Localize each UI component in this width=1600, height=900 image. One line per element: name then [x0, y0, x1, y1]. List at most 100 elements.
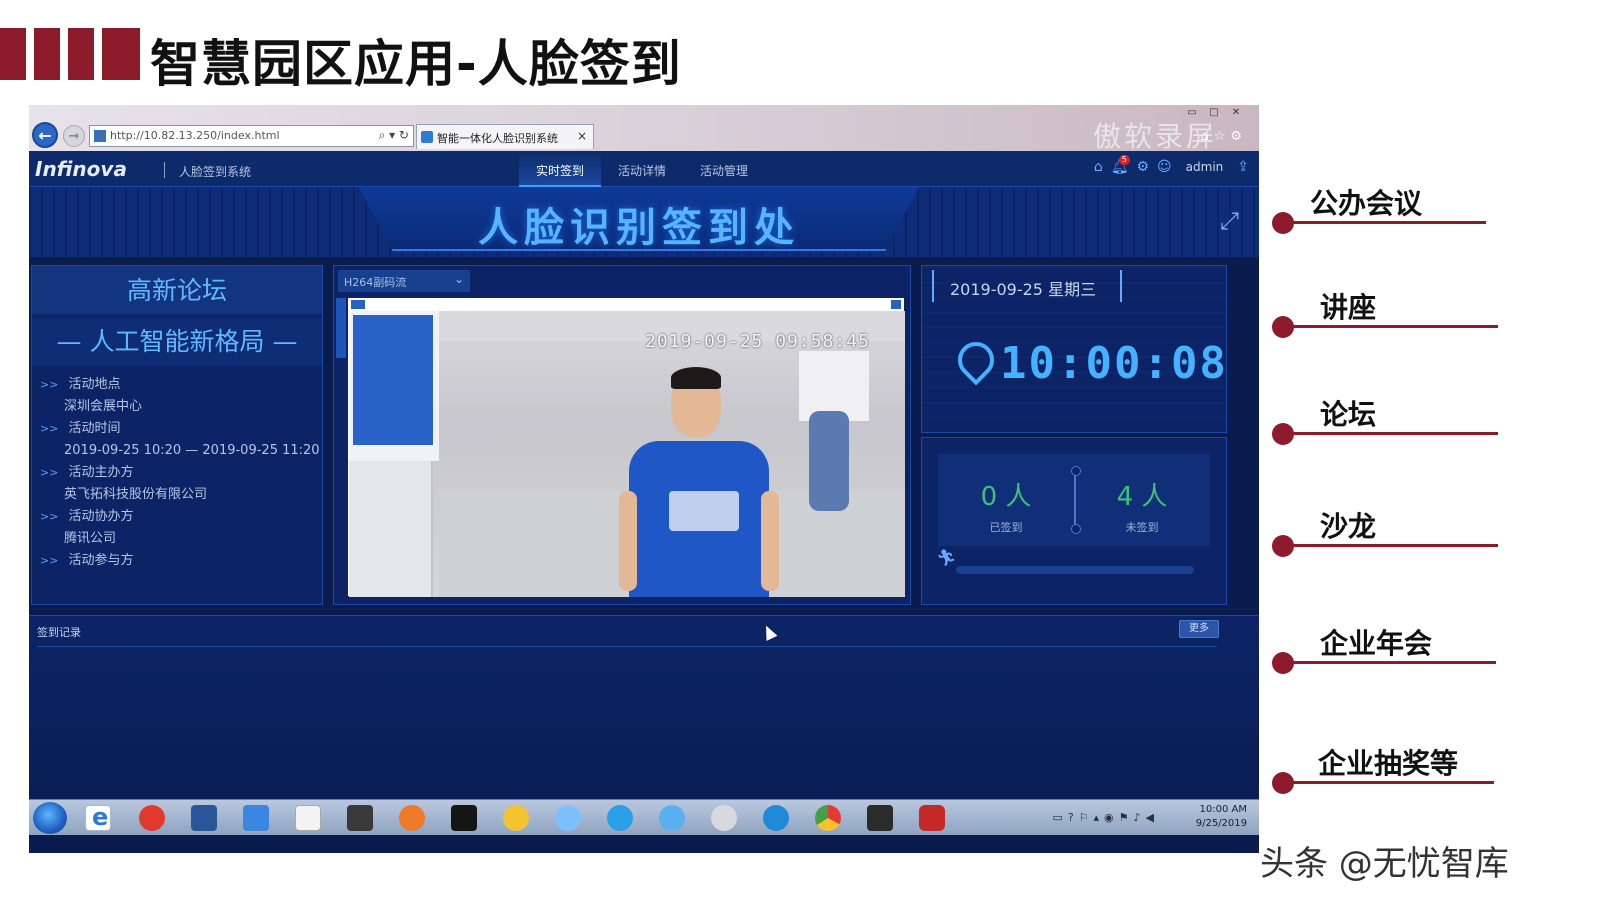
signin-stats-panel: 0 人 已签到 4 人 未签到 🏃︎ [921, 437, 1227, 605]
title-bars-decoration [0, 28, 140, 80]
camera-scene: 2019-09-25 09:58:45 [349, 311, 905, 597]
taskbar-clock[interactable]: 10:00 AM 9/25/2019 [1196, 803, 1247, 831]
clock-panel: 2019-09-25 星期三 10:00:08 [921, 265, 1227, 433]
app-yellow-icon[interactable] [503, 805, 529, 831]
app-orange-icon[interactable] [399, 805, 425, 831]
header-actions: ⌂ 🔔︎ 5 ⚙ ☺ admin ⇪ [1094, 155, 1249, 175]
slide: 智慧园区应用-人脸签到 ← → http://10.82.13.250/inde… [0, 0, 1600, 900]
username[interactable]: admin [1186, 160, 1224, 174]
home-star-gear-icon[interactable]: ⌂☆⚙ [1200, 129, 1247, 144]
chat-icon[interactable] [555, 805, 581, 831]
field-location-value: 深圳会展中心 [64, 399, 143, 414]
notification-badge: 5 [1118, 155, 1130, 165]
search-refresh-icon[interactable]: ⌕ ▾ ↻ [379, 128, 409, 143]
recorder-watermark: 傲软录屏 [1092, 120, 1217, 153]
signin-records: 签到记录 更多 [29, 615, 1259, 800]
page-icon [94, 130, 106, 142]
windows-taskbar: ▭?⚐▴◉⚑♪◀︎ 10:00 AM 9/25/2019 [29, 799, 1259, 835]
home-icon[interactable]: ⌂ [1094, 159, 1103, 175]
background-person [789, 351, 869, 511]
field-time-key: >> 活动时间 [40, 421, 121, 436]
app-blue-icon[interactable] [607, 805, 633, 831]
intellij-icon[interactable] [451, 805, 477, 831]
unsigned-stat: 4 人 未签到 [1092, 476, 1192, 535]
brand-logo: Infinova [35, 157, 127, 181]
ie-icon[interactable] [85, 803, 111, 831]
app-screenshot: ← → http://10.82.13.250/index.html ⌕ ▾ ↻… [29, 105, 1259, 853]
fullscreen-icon[interactable]: ⤢ [1220, 207, 1239, 235]
banner: 人脸识别签到处 ⤢ [29, 187, 1259, 257]
stream-select[interactable]: H264副码流 ⌄ [338, 270, 470, 292]
app-lightblue-icon[interactable] [659, 805, 685, 831]
event-info-panel: 高新论坛 — 人工智能新格局 — >> 活动地点 深圳会展中心 >> 活动时间 20… [31, 265, 323, 605]
bell-icon[interactable]: 🔔︎ 5 [1111, 155, 1130, 175]
browser-tab[interactable]: 智能一体化人脸识别系统 × [416, 124, 594, 149]
tab-realtime-signin[interactable]: 实时签到 [519, 151, 602, 187]
field-cohost-value: 腾讯公司 [64, 531, 117, 546]
address-bar[interactable]: http://10.82.13.250/index.html ⌕ ▾ ↻ [89, 125, 414, 147]
taskbar-date: 9/25/2019 [1195, 818, 1247, 829]
field-host-key: >> 活动主办方 [40, 465, 134, 480]
signed-stat: 0 人 已签到 [956, 476, 1056, 535]
taskbar-time: 10:00 AM [1199, 804, 1247, 815]
unsigned-label: 未签到 [1125, 521, 1159, 534]
system-name: 人脸签到系统 [179, 165, 252, 179]
stream-select-value: H264副码流 [344, 276, 407, 289]
event-title: 高新论坛 [32, 266, 322, 314]
chevron-right-icon: >> [40, 466, 59, 479]
video-panel: H264副码流 ⌄ 2019-09-25 09:58:45 [333, 265, 911, 605]
tab-event-management[interactable]: 活动管理 [683, 151, 765, 187]
app-gray-icon[interactable] [711, 805, 737, 831]
field-time-value: 2019-09-25 10:20 — 2019-09-25 11:20 [64, 443, 320, 458]
terminal-icon[interactable] [867, 805, 893, 831]
banner-title: 人脸识别签到处 [478, 205, 800, 251]
signin-progress-bar [956, 566, 1194, 574]
field-participants-key: >> 活动参与方 [40, 553, 134, 568]
teamviewer-icon[interactable] [763, 805, 789, 831]
current-date: 2019-09-25 星期三 [950, 280, 1097, 299]
signed-count: 0 人 [980, 482, 1032, 512]
field-cohost-key: >> 活动协办方 [40, 509, 134, 524]
event-subtitle: — 人工智能新格局 — [32, 318, 322, 366]
visio-icon[interactable] [191, 805, 217, 831]
unsigned-count: 4 人 [1116, 482, 1168, 512]
tab-title: 智能一体化人脸识别系统 [437, 132, 558, 145]
sublime-icon[interactable] [347, 805, 373, 831]
tab-event-details[interactable]: 活动详情 [601, 151, 683, 187]
main-nav: 实时签到 活动详情 活动管理 [519, 151, 765, 187]
user-icon[interactable]: ☺ [1157, 159, 1172, 175]
app-red-icon[interactable] [139, 805, 165, 831]
start-button[interactable] [33, 802, 67, 834]
side-collapse-handle[interactable] [336, 298, 346, 358]
records-title: 签到记录 [37, 626, 81, 639]
chevron-right-icon: >> [40, 378, 59, 391]
footer-watermark: 头条 @无忧智库 [1260, 844, 1509, 884]
chrome-icon[interactable] [815, 805, 841, 831]
chevron-right-icon: >> [40, 422, 59, 435]
back-arrow-icon[interactable]: ← [32, 122, 58, 148]
camera-icon[interactable] [351, 300, 365, 309]
stop-icon[interactable] [891, 300, 901, 309]
notepad-icon[interactable] [295, 805, 321, 831]
word-icon[interactable] [243, 805, 269, 831]
chevron-down-icon: ⌄ [453, 272, 464, 286]
clock-pin-icon [950, 334, 1002, 386]
gear-icon[interactable]: ⚙ [1136, 159, 1149, 175]
more-button[interactable]: 更多 [1179, 620, 1219, 638]
tab-favicon-icon [421, 131, 433, 143]
camera-view: 2019-09-25 09:58:45 [348, 298, 905, 597]
browser-chrome: ← → http://10.82.13.250/index.html ⌕ ▾ ↻… [29, 105, 1259, 153]
runner-icon: 🏃︎ [936, 548, 957, 567]
close-tab-icon[interactable]: × [577, 129, 587, 143]
close-window-icon[interactable]: ✕ [1227, 107, 1245, 121]
signed-label: 已签到 [989, 521, 1023, 534]
detected-person [619, 367, 779, 597]
current-time: 10:00:08 [1000, 338, 1228, 389]
logout-icon[interactable]: ⇪ [1237, 159, 1249, 175]
forward-arrow-icon[interactable]: → [63, 125, 85, 147]
recorder-icon[interactable] [919, 805, 945, 831]
field-location-key: >> 活动地点 [40, 377, 121, 392]
url-text: http://10.82.13.250/index.html [110, 129, 280, 142]
event-field-list: >> 活动地点 深圳会展中心 >> 活动时间 2019-09-25 10:20 — … [40, 374, 322, 572]
system-tray-icons[interactable]: ▭?⚐▴◉⚑♪◀︎ [1052, 811, 1159, 824]
